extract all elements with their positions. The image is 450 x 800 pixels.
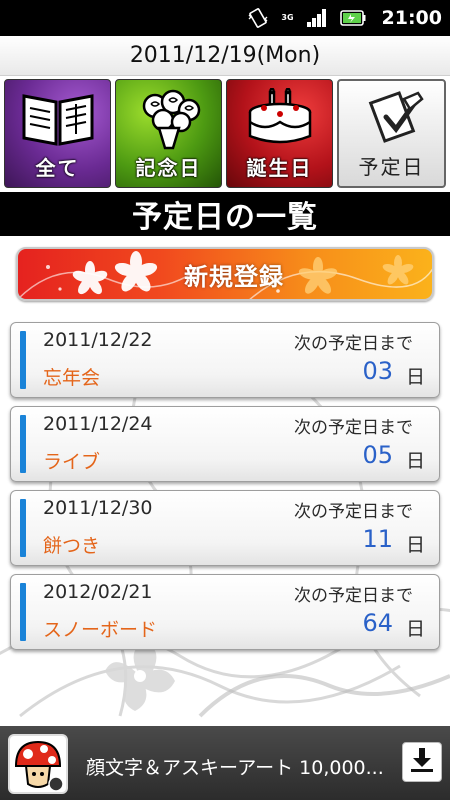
event-name: 忘年会 (43, 367, 101, 389)
download-icon (408, 746, 436, 778)
event-days-unit: 日 (405, 618, 425, 640)
tab-birthday[interactable]: 誕生日 (226, 79, 333, 188)
clock: 21:00 (381, 7, 442, 29)
event-card[interactable]: 2011/12/30 餅つき 次の予定日まで 11 日 (10, 490, 440, 566)
event-days-remaining: 05 (362, 441, 393, 469)
tab-all-label: 全て (35, 156, 80, 180)
tab-scheduled[interactable]: 予定日 (337, 79, 446, 188)
vibrate-icon (247, 7, 269, 29)
book-icon (18, 88, 98, 154)
event-date: 2011/12/24 (43, 413, 153, 435)
event-days-unit: 日 (405, 366, 425, 388)
event-card[interactable]: 2012/02/21 スノーボード 次の予定日まで 64 日 (10, 574, 440, 650)
tab-all[interactable]: 全て (4, 79, 111, 188)
signal-icon (306, 8, 328, 28)
new-registration-label: 新規登録 (184, 262, 284, 291)
event-accent-bar (20, 415, 26, 473)
event-accent-bar (20, 331, 26, 389)
section-title: 予定日の一覧 (0, 192, 450, 236)
tab-anniversary[interactable]: 記念日 (115, 79, 222, 188)
current-date-header: 2011/12/19(Mon) (0, 36, 450, 76)
mushroom-app-icon (8, 734, 68, 794)
event-days-unit: 日 (405, 450, 425, 472)
event-accent-bar (20, 499, 26, 557)
event-date: 2011/12/30 (43, 497, 153, 519)
network-3g-icon: 3G (281, 13, 294, 22)
tab-anniversary-label: 記念日 (135, 156, 202, 180)
event-days-unit: 日 (405, 534, 425, 556)
battery-icon (339, 8, 366, 28)
event-name: ライブ (43, 451, 101, 473)
ad-banner[interactable]: 顔文字＆アスキーアート 10,000... (0, 726, 450, 800)
calendar-pen-icon (352, 89, 432, 155)
event-date: 2011/12/22 (43, 329, 153, 351)
bouquet-icon (129, 88, 209, 154)
event-name: スノーボード (43, 619, 158, 641)
event-until-label: 次の予定日まで (294, 334, 413, 354)
tab-scheduled-label: 予定日 (358, 155, 425, 179)
tab-birthday-label: 誕生日 (246, 156, 313, 180)
current-date: 2011/12/19(Mon) (129, 43, 321, 68)
event-until-label: 次の予定日まで (294, 502, 413, 522)
event-until-label: 次の予定日まで (294, 418, 413, 438)
event-name: 餅つき (43, 535, 101, 557)
event-days-remaining: 11 (362, 525, 393, 553)
new-registration-button[interactable]: 新規登録 (16, 247, 434, 301)
category-tabs: 全て 記念日 誕生日 予定日 (0, 77, 450, 190)
download-button[interactable] (402, 742, 442, 782)
event-days-remaining: 64 (362, 609, 393, 637)
event-accent-bar (20, 583, 26, 641)
event-days-remaining: 03 (362, 357, 393, 385)
cake-icon (240, 87, 320, 154)
section-title-text: 予定日の一覧 (132, 200, 318, 235)
event-card[interactable]: 2011/12/22 忘年会 次の予定日まで 03 日 (10, 322, 440, 398)
event-card[interactable]: 2011/12/24 ライブ 次の予定日まで 05 日 (10, 406, 440, 482)
status-bar: 3G 21:00 (0, 0, 450, 36)
event-until-label: 次の予定日まで (294, 586, 413, 606)
ad-text: 顔文字＆アスキーアート 10,000... (86, 757, 384, 779)
event-date: 2012/02/21 (43, 581, 153, 603)
